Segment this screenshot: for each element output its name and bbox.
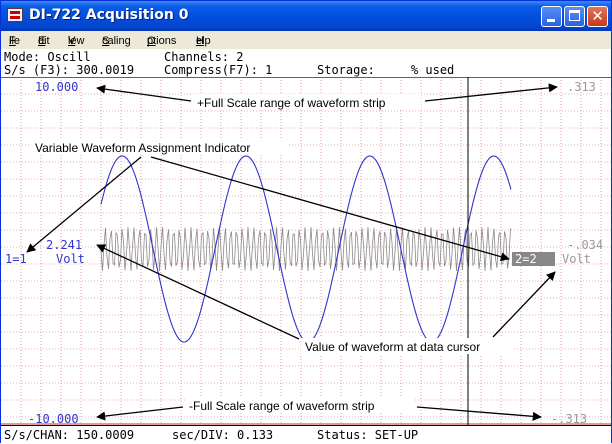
sample-rate-readout[interactable]: S/s (F3): 300.0019 <box>4 63 134 77</box>
waveform-channel-2 <box>100 226 511 272</box>
right-bottom-scale-value: -.313 <box>551 412 587 425</box>
menu-view-rest: iew <box>68 35 85 47</box>
menu-file-rest: ile <box>9 35 21 47</box>
waveform-display[interactable]: 10.000 .313 -10.000 -.313 2.241 1=1 Volt… <box>1 77 611 426</box>
left-bottom-scale-value: -10.000 <box>28 412 79 425</box>
cursor-arrow-right <box>492 271 556 338</box>
left-top-scale-value: 10.000 <box>35 80 78 94</box>
minimize-button[interactable] <box>541 6 562 27</box>
channel-1-value: 2.241 <box>46 238 82 252</box>
channel-2-assignment: 2=2 <box>515 252 537 266</box>
acquisition-status: Status: SET-UP <box>317 428 419 442</box>
mode-readout: Mode: Oscill <box>4 50 91 64</box>
assignment-arrow-right <box>150 156 510 262</box>
app-window: DI-722 Acquisition 0 ✕ File Edit View Sc… <box>0 0 612 444</box>
waveform-canvas[interactable]: 10.000 .313 -10.000 -.313 2.241 1=1 Volt… <box>1 77 611 426</box>
bottom-full-scale-annotation: -Full Scale range of waveform strip <box>189 399 375 413</box>
close-icon: ✕ <box>591 7 604 25</box>
maximize-button[interactable] <box>564 6 585 27</box>
channel-2-value: -.034 <box>567 238 603 252</box>
title-bar[interactable]: DI-722 Acquisition 0 ✕ <box>1 1 611 31</box>
status-panel-bottom: S/s/CHAN: 150.0009 sec/DIV: 0.133 Status… <box>1 425 611 444</box>
window-title: DI-722 Acquisition 0 <box>29 7 189 23</box>
storage-readout: Storage: % used <box>317 63 455 77</box>
sps-per-channel-readout: S/s/CHAN: 150.0009 <box>4 428 135 442</box>
channels-readout: Channels: 2 <box>164 50 244 64</box>
compress-readout[interactable]: Compress(F7): 1 <box>164 63 272 77</box>
menu-help-rest: elp <box>196 35 211 47</box>
bottom-right-arrow <box>416 406 542 421</box>
menu-scaling-rest: caling <box>102 35 131 47</box>
bottom-left-arrow <box>96 406 184 421</box>
close-button[interactable]: ✕ <box>587 6 608 27</box>
menu-bar: File Edit View Scaling Options Help <box>1 31 611 49</box>
menu-options-rest: ptions <box>147 35 177 47</box>
app-icon[interactable] <box>7 8 23 22</box>
channel-1-assignment[interactable]: 1=1 <box>5 252 27 266</box>
channel-1-unit: Volt <box>56 252 85 266</box>
top-full-scale-annotation: +Full Scale range of waveform strip <box>197 96 386 110</box>
menu-edit-rest: dit <box>38 35 50 47</box>
cursor-value-annotation: Value of waveform at data cursor <box>305 340 480 354</box>
grid <box>1 77 611 425</box>
status-panel-top: Mode: Oscill Channels: 2 S/s (F3): 300.0… <box>1 49 611 77</box>
maximize-icon <box>569 10 580 21</box>
assignment-annotation: Variable Waveform Assignment Indicator <box>35 141 250 155</box>
right-top-scale-value: .313 <box>567 80 596 94</box>
top-left-arrow <box>96 84 192 102</box>
minimize-icon <box>547 19 555 22</box>
sec-per-div-readout: sec/DIV: 0.133 <box>172 428 274 442</box>
assignment-arrow-left <box>26 156 142 253</box>
channel-2-unit: Volt <box>562 252 591 266</box>
top-right-arrow <box>424 83 558 102</box>
